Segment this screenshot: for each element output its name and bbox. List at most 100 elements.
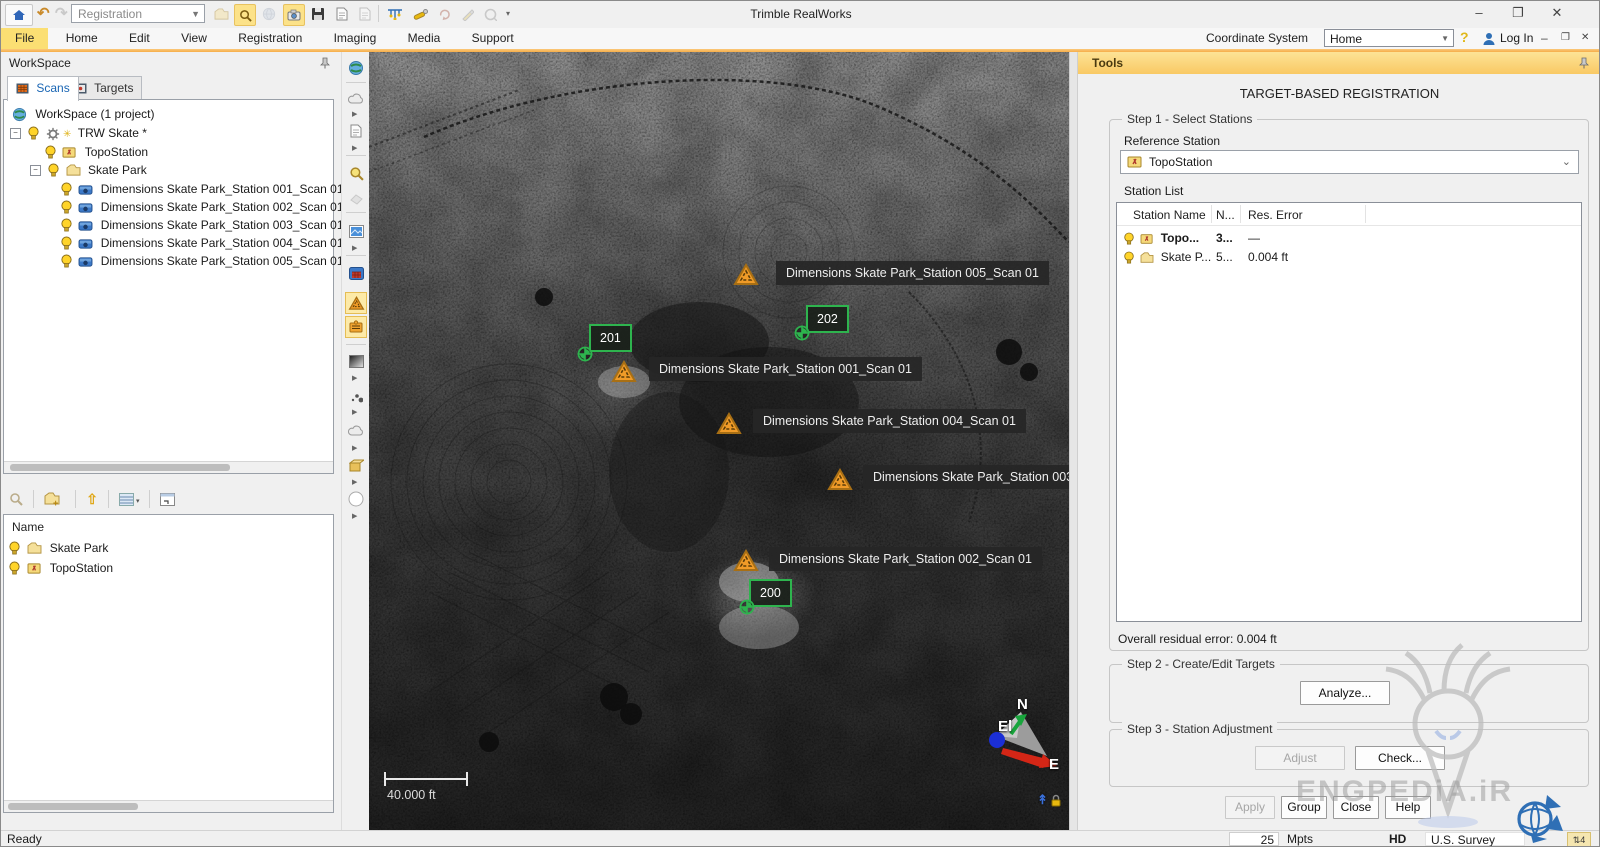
properties-button[interactable] xyxy=(160,492,176,507)
station-label-004[interactable]: Dimensions Skate Park_Station 004_Scan 0… xyxy=(753,409,1026,433)
bulb-icon[interactable] xyxy=(1123,251,1135,265)
expand-icon[interactable]: ▶ xyxy=(352,444,357,452)
points-count-field[interactable]: 25 xyxy=(1229,832,1279,846)
coordinate-system-combo[interactable]: Home ▼ xyxy=(1324,29,1454,47)
menu-home[interactable]: Home xyxy=(52,28,112,49)
station-marker-icon[interactable] xyxy=(611,360,637,384)
station-marker-tool-icon[interactable] xyxy=(345,292,367,314)
scrollbar-thumb[interactable] xyxy=(10,464,230,471)
target-marker-icon[interactable] xyxy=(576,345,594,363)
station-marker-icon[interactable] xyxy=(733,263,759,287)
station-label-003[interactable]: Dimensions Skate Park_Station 003_Scan 0… xyxy=(863,465,1069,489)
point-size-icon[interactable] xyxy=(345,386,367,408)
bulb-icon[interactable] xyxy=(60,218,73,233)
menu-support[interactable]: Support xyxy=(458,28,528,49)
bulb-icon[interactable] xyxy=(8,541,21,556)
reference-station-combo[interactable]: TopoStation ⌄ xyxy=(1120,150,1579,174)
lighting-icon[interactable] xyxy=(345,488,367,510)
column-n[interactable]: N... xyxy=(1216,206,1235,225)
pin-icon[interactable] xyxy=(319,57,331,69)
view-mode-button[interactable]: ▾ xyxy=(119,492,139,507)
lock-icon[interactable] xyxy=(1050,794,1062,807)
station-row-topostation[interactable]: Topo... 3... — xyxy=(1123,229,1260,248)
list-item-skate-park[interactable]: Skate Park xyxy=(8,539,108,557)
view-mode-icon[interactable] xyxy=(345,57,367,79)
target-label-201[interactable]: 201 xyxy=(589,324,632,352)
point-cloud-icon[interactable] xyxy=(345,88,367,110)
tree-item-project[interactable]: − ✳ TRW Skate * xyxy=(10,124,147,142)
target-marker-icon[interactable] xyxy=(738,598,756,616)
sampling-icon[interactable] xyxy=(345,262,367,284)
expand-icon[interactable]: ▶ xyxy=(352,478,357,486)
cloud-display-icon[interactable] xyxy=(345,420,367,442)
view-up-arrow-icon[interactable]: ↟ xyxy=(1037,792,1048,808)
tree-item-scan-003[interactable]: Dimensions Skate Park_Station 003_Scan 0… xyxy=(60,216,344,234)
station-marker-icon[interactable] xyxy=(716,412,742,436)
browser-horizontal-scrollbar[interactable] xyxy=(4,800,333,812)
station-list[interactable]: Station Name N... Res. Error Topo... 3..… xyxy=(1116,202,1582,622)
tree-item-scan-002[interactable]: Dimensions Skate Park_Station 002_Scan 0… xyxy=(60,198,344,216)
ortho-view-icon[interactable] xyxy=(345,454,367,476)
column-station-name[interactable]: Station Name xyxy=(1133,206,1206,225)
station-label-001[interactable]: Dimensions Skate Park_Station 001_Scan 0… xyxy=(649,357,922,381)
scale-lock-icon[interactable]: ⇅4 xyxy=(1567,832,1591,846)
browser-header[interactable]: Name xyxy=(12,518,44,536)
tab-scans[interactable]: Scans xyxy=(7,76,79,101)
bulb-icon[interactable] xyxy=(27,126,40,141)
menu-imaging[interactable]: Imaging xyxy=(320,28,391,49)
bulb-icon[interactable] xyxy=(1123,232,1135,246)
target-label-202[interactable]: 202 xyxy=(806,305,849,333)
grayscale-rendering-icon[interactable] xyxy=(345,350,367,372)
expand-icon[interactable]: ▶ xyxy=(352,512,357,520)
3d-viewport[interactable]: Dimensions Skate Park_Station 005_Scan 0… xyxy=(369,52,1069,830)
target-analyzer-tool-icon[interactable] xyxy=(345,316,367,338)
station-label-002[interactable]: Dimensions Skate Park_Station 002_Scan 0… xyxy=(769,547,1042,571)
target-marker-icon[interactable] xyxy=(793,324,811,342)
menu-media[interactable]: Media xyxy=(394,28,455,49)
user-icon[interactable] xyxy=(1482,32,1496,46)
station-label-005[interactable]: Dimensions Skate Park_Station 005_Scan 0… xyxy=(776,261,1049,285)
collapse-icon[interactable]: − xyxy=(10,128,21,140)
station-row-skate-park[interactable]: Skate P... 5... 0.004 ft xyxy=(1123,248,1288,267)
menu-registration[interactable]: Registration xyxy=(224,28,316,49)
tree-item-topostation[interactable]: TopoStation xyxy=(44,143,148,161)
list-item-topostation[interactable]: TopoStation xyxy=(8,559,113,577)
window-close-button[interactable]: ✕ xyxy=(1542,4,1572,24)
tree-horizontal-scrollbar[interactable] xyxy=(4,461,333,473)
zoom-tool-icon[interactable] xyxy=(345,162,367,184)
pin-icon[interactable] xyxy=(1578,57,1590,69)
tree-item-scan-004[interactable]: Dimensions Skate Park_Station 004_Scan 0… xyxy=(60,234,344,252)
group-button[interactable]: Group xyxy=(1281,796,1327,819)
units-indicator[interactable]: U.S. Survey Feet xyxy=(1425,832,1525,846)
bulb-icon[interactable] xyxy=(60,254,73,269)
expand-icon[interactable]: ▶ xyxy=(352,244,357,252)
station-marker-icon[interactable] xyxy=(827,468,853,492)
new-folder-button[interactable]: + xyxy=(44,492,65,508)
window-minimize-button[interactable]: – xyxy=(1464,4,1494,24)
expand-icon[interactable]: ▶ xyxy=(352,408,357,416)
bulb-icon[interactable] xyxy=(8,561,21,576)
bulb-icon[interactable] xyxy=(60,182,73,197)
list-page-icon[interactable] xyxy=(345,120,367,142)
panel-minimize-button[interactable]: – xyxy=(1541,28,1548,48)
panel-restore-button[interactable]: ❐ xyxy=(1561,28,1570,48)
panel-close-button[interactable]: ✕ xyxy=(1581,28,1589,48)
window-maximize-button[interactable]: ❐ xyxy=(1503,4,1533,24)
help-question-icon[interactable]: ? xyxy=(1460,29,1469,45)
panel-splitter[interactable] xyxy=(1069,52,1078,831)
tree-item-skate-park[interactable]: − Skate Park xyxy=(30,161,147,179)
tree-item-scan-005[interactable]: Dimensions Skate Park_Station 005_Scan 0… xyxy=(60,252,344,270)
expand-icon[interactable]: ▶ xyxy=(352,374,357,382)
login-button[interactable]: Log In xyxy=(1500,28,1533,49)
menu-file[interactable]: File xyxy=(1,28,49,49)
up-level-button[interactable]: ⇧ xyxy=(86,491,98,508)
bulb-icon[interactable] xyxy=(60,236,73,251)
collapse-icon[interactable]: − xyxy=(30,165,41,177)
analyze-button[interactable]: Analyze... xyxy=(1300,681,1390,705)
bulb-icon[interactable] xyxy=(44,145,57,160)
bulb-icon[interactable] xyxy=(47,163,60,178)
bulb-icon[interactable] xyxy=(60,200,73,215)
close-button[interactable]: Close xyxy=(1333,796,1379,819)
tree-item-workspace-root[interactable]: WorkSpace (1 project) xyxy=(12,105,155,123)
scrollbar-thumb[interactable] xyxy=(8,803,138,810)
